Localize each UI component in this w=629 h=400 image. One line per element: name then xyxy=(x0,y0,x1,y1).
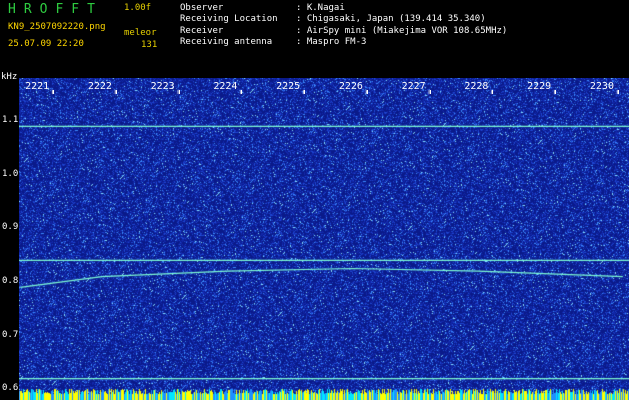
x-tick xyxy=(429,90,431,94)
x-tick-label: 2228 xyxy=(464,81,489,92)
y-tick-label: 1.1 xyxy=(2,114,19,125)
x-tick-label: 2224 xyxy=(213,81,238,92)
y-axis-unit: kHz xyxy=(1,72,18,82)
x-tick-label: 2227 xyxy=(401,81,426,92)
header-panel: HROFFT 1.00f KN9_2507092220.png meleor 2… xyxy=(0,0,629,72)
x-tick-label: 2226 xyxy=(338,81,363,92)
detection-count: 131 xyxy=(141,40,158,50)
y-tick-label: 1.0 xyxy=(2,168,19,179)
y-tick-label: 0.8 xyxy=(2,275,19,286)
date-time: 25.07.09 22:20 xyxy=(8,39,84,49)
x-tick-label: 2229 xyxy=(527,81,552,92)
antenna-value: : Maspro FM-3 xyxy=(296,37,367,47)
x-tick xyxy=(492,90,494,94)
antenna-label: Receiving antenna xyxy=(180,37,273,47)
receiver-label: Receiver xyxy=(180,26,224,36)
observer-label: Observer xyxy=(180,3,224,13)
x-tick xyxy=(53,90,55,94)
x-tick-label: 2222 xyxy=(87,81,112,92)
file-name: KN9_2507092220.png xyxy=(8,22,106,32)
x-tick xyxy=(115,90,117,94)
station-code: meleor xyxy=(124,28,157,38)
x-tick xyxy=(366,90,368,94)
x-tick xyxy=(178,90,180,94)
x-tick-label: 2223 xyxy=(150,81,175,92)
y-tick-label: 0.9 xyxy=(2,222,19,233)
x-tick-label: 2230 xyxy=(589,81,614,92)
app-title: HROFFT xyxy=(8,2,103,17)
location-label: Receiving Location xyxy=(180,14,278,24)
x-tick-label: 2221 xyxy=(25,81,50,92)
x-tick xyxy=(304,90,306,94)
app-version: 1.00f xyxy=(124,3,152,13)
observer-value: : K.Nagai xyxy=(296,3,345,13)
receiver-value: : AirSpy mini (Miakejima VOR 108.65MHz) xyxy=(296,26,508,36)
y-tick-label: 0.6 xyxy=(2,383,19,394)
y-tick-label: 0.7 xyxy=(2,329,19,340)
x-tick-label: 2225 xyxy=(276,81,301,92)
x-tick xyxy=(555,90,557,94)
spectrogram-canvas xyxy=(19,78,629,400)
location-value: : Chigasaki, Japan (139.414 35.340) xyxy=(296,14,486,24)
x-tick xyxy=(241,90,243,94)
x-tick xyxy=(617,90,619,94)
